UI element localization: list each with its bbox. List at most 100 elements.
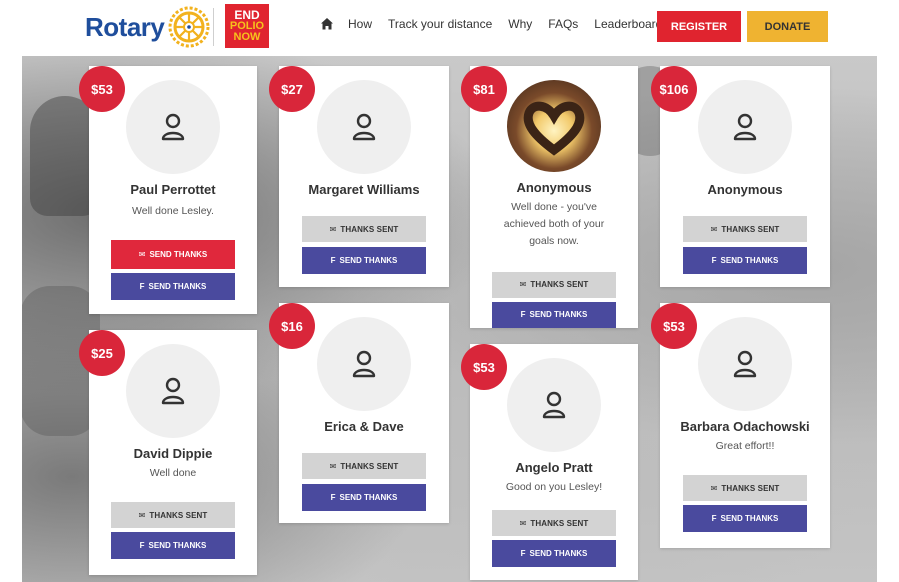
facebook-send-thanks-label: SEND THANKS xyxy=(720,514,779,523)
user-icon xyxy=(161,377,185,405)
facebook-send-thanks-label: SEND THANKS xyxy=(339,493,398,502)
facebook-send-thanks-label: SEND THANKS xyxy=(720,256,779,265)
envelope-icon: ✉ xyxy=(519,518,527,528)
facebook-send-thanks-button[interactable]: f SEND THANKS xyxy=(683,505,807,532)
rotary-wordmark: Rotary xyxy=(85,11,165,42)
nav-faqs[interactable]: FAQs xyxy=(548,17,578,31)
logo-divider xyxy=(213,8,214,46)
thanks-sent-label: THANKS SENT xyxy=(340,461,399,471)
facebook-send-thanks-button[interactable]: f SEND THANKS xyxy=(683,247,807,274)
donation-amount-badge: $53 xyxy=(651,303,697,349)
avatar xyxy=(698,80,792,174)
donor-message: Great effort!! xyxy=(715,440,775,452)
donor-name: Paul Perrottet xyxy=(130,182,216,197)
rotary-logo[interactable]: Rotary xyxy=(85,6,210,48)
avatar-photo xyxy=(507,80,601,173)
page-gutter-left xyxy=(0,56,22,582)
donor-message: Well done xyxy=(149,467,197,479)
nav-track-distance[interactable]: Track your distance xyxy=(388,17,492,31)
facebook-send-thanks-label: SEND THANKS xyxy=(148,282,207,291)
avatar xyxy=(126,80,220,174)
facebook-send-thanks-label: SEND THANKS xyxy=(148,541,207,550)
donate-button[interactable]: DONATE xyxy=(747,11,828,42)
envelope-icon: ✉ xyxy=(710,224,718,234)
polio-logo-line3: NOW xyxy=(233,30,261,43)
send-thanks-button[interactable]: ✉ SEND THANKS xyxy=(111,240,235,269)
thanks-sent-button: ✉ THANKS SENT xyxy=(683,475,807,501)
thanks-sent-label: THANKS SENT xyxy=(530,518,589,528)
avatar xyxy=(126,344,220,438)
avatar xyxy=(317,317,411,411)
register-button[interactable]: REGISTER xyxy=(657,11,741,42)
envelope-icon: ✉ xyxy=(138,250,146,259)
facebook-send-thanks-button[interactable]: f SEND THANKS xyxy=(302,484,426,511)
thanks-sent-button: ✉ THANKS SENT xyxy=(302,453,426,479)
facebook-icon: f xyxy=(520,310,526,320)
nav-why[interactable]: Why xyxy=(508,17,532,31)
avatar xyxy=(698,317,792,411)
donation-amount-badge: $81 xyxy=(461,66,507,112)
envelope-icon: ✉ xyxy=(329,461,337,471)
envelope-icon: ✉ xyxy=(519,280,527,290)
main-nav: How Track your distance Why FAQs Leaderb… xyxy=(320,17,684,31)
facebook-icon: f xyxy=(330,256,336,265)
thanks-sent-button: ✉ THANKS SENT xyxy=(683,216,807,242)
donation-amount-badge: $53 xyxy=(79,66,125,112)
donor-name: Anonymous xyxy=(516,180,592,196)
facebook-send-thanks-button[interactable]: f SEND THANKS xyxy=(492,301,616,328)
user-icon xyxy=(161,113,185,141)
thanks-sent-label: THANKS SENT xyxy=(149,510,208,520)
user-icon xyxy=(542,391,566,419)
donor-name: Erica & Dave xyxy=(324,419,404,434)
donor-name: David Dippie xyxy=(133,446,213,461)
site-header: Rotary END POLIO NOW How Track your dist… xyxy=(0,0,899,56)
donor-message: Well done Lesley. xyxy=(132,205,214,217)
user-icon xyxy=(352,113,376,141)
thanks-sent-label: THANKS SENT xyxy=(340,224,399,234)
page-gutter-right xyxy=(877,56,899,582)
facebook-send-thanks-label: SEND THANKS xyxy=(529,549,588,558)
thanks-sent-button: ✉ THANKS SENT xyxy=(302,216,426,242)
polio-logo-line1: END xyxy=(234,7,260,22)
thanks-sent-button: ✉ THANKS SENT xyxy=(492,272,616,298)
thanks-sent-label: THANKS SENT xyxy=(530,280,589,290)
facebook-icon: f xyxy=(711,514,717,523)
user-icon xyxy=(352,350,376,378)
donor-name: Margaret Williams xyxy=(308,182,420,197)
polio-logo-line2: POLIO xyxy=(229,19,265,32)
facebook-icon: f xyxy=(520,549,526,558)
donation-amount-badge: $27 xyxy=(269,66,315,112)
donation-amount-badge: $106 xyxy=(651,66,697,112)
donor-name: Barbara Odachowski xyxy=(680,419,810,434)
home-icon[interactable] xyxy=(320,17,334,31)
facebook-send-thanks-label: SEND THANKS xyxy=(339,256,398,265)
donation-amount-badge: $16 xyxy=(269,303,315,349)
facebook-send-thanks-label: SEND THANKS xyxy=(529,310,588,320)
thanks-sent-button: ✉ THANKS SENT xyxy=(492,510,616,536)
end-polio-now-logo[interactable]: END POLIO NOW xyxy=(225,4,269,48)
envelope-icon: ✉ xyxy=(710,483,718,493)
donor-message: Well done - you've achieved both of your… xyxy=(503,201,605,248)
donor-name: Angelo Pratt xyxy=(515,460,593,475)
facebook-icon: f xyxy=(711,256,717,265)
user-icon xyxy=(733,113,757,141)
send-thanks-label: SEND THANKS xyxy=(149,250,208,259)
facebook-send-thanks-button[interactable]: f SEND THANKS xyxy=(492,540,616,567)
avatar xyxy=(507,358,601,452)
donor-name: Anonymous xyxy=(707,182,783,197)
facebook-icon: f xyxy=(330,493,336,502)
avatar xyxy=(317,80,411,174)
facebook-icon: f xyxy=(139,282,145,291)
donor-message: Good on you Lesley! xyxy=(505,481,603,493)
envelope-icon: ✉ xyxy=(329,224,337,234)
envelope-icon: ✉ xyxy=(138,510,146,520)
facebook-send-thanks-button[interactable]: f SEND THANKS xyxy=(111,532,235,559)
thanks-sent-label: THANKS SENT xyxy=(721,483,780,493)
facebook-send-thanks-button[interactable]: f SEND THANKS xyxy=(111,273,235,300)
nav-how[interactable]: How xyxy=(348,17,372,31)
thanks-sent-button: ✉ THANKS SENT xyxy=(111,502,235,528)
donation-amount-badge: $53 xyxy=(461,344,507,390)
rotary-wheel-icon xyxy=(168,6,210,48)
thanks-sent-label: THANKS SENT xyxy=(721,224,780,234)
facebook-send-thanks-button[interactable]: f SEND THANKS xyxy=(302,247,426,274)
